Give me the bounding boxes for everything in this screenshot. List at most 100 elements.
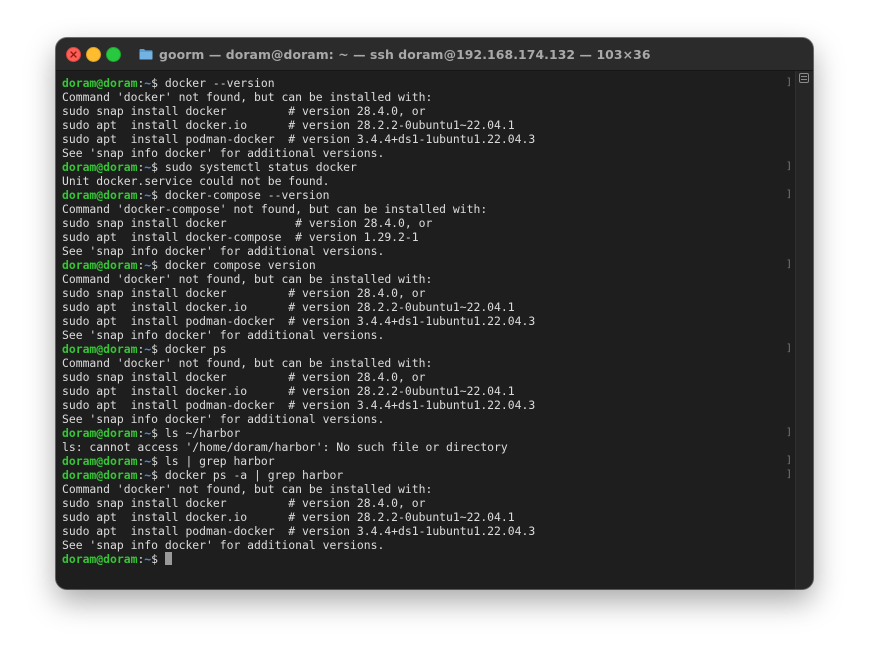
command-text: sudo systemctl status docker bbox=[164, 160, 357, 174]
empty-mark bbox=[786, 90, 792, 104]
empty-mark bbox=[786, 174, 792, 188]
output-line: sudo snap install docker # version 28.4.… bbox=[62, 370, 426, 384]
command-text: ls | grep harbor bbox=[164, 454, 275, 468]
empty-mark bbox=[786, 146, 792, 160]
empty-mark bbox=[786, 244, 792, 258]
output-line: Command 'docker-compose' not found, but … bbox=[62, 202, 488, 216]
close-button[interactable] bbox=[66, 47, 81, 62]
title-bar[interactable]: goorm — doram@doram: ~ — ssh doram@192.1… bbox=[56, 38, 813, 71]
terminal-output[interactable]: doram@doram:~$ docker --version Command '… bbox=[56, 71, 796, 589]
prompt-user: doram@doram bbox=[62, 342, 138, 356]
output-line: sudo apt install docker.io # version 28.… bbox=[62, 118, 515, 132]
prompt-user: doram@doram bbox=[62, 454, 138, 468]
output-line: See 'snap info docker' for additional ve… bbox=[62, 328, 385, 342]
minimize-button[interactable] bbox=[86, 47, 101, 62]
text-cursor bbox=[164, 552, 172, 565]
prompt-user: doram@doram bbox=[62, 160, 138, 174]
output-line: sudo snap install docker # version 28.4.… bbox=[62, 286, 426, 300]
prompt-user: doram@doram bbox=[62, 188, 138, 202]
terminal-window: goorm — doram@doram: ~ — ssh doram@192.1… bbox=[56, 38, 813, 589]
empty-mark bbox=[786, 398, 792, 412]
empty-mark bbox=[786, 510, 792, 524]
terminal-lines: doram@doram:~$ docker --version Command '… bbox=[62, 76, 535, 566]
command-line: doram@doram:~$ docker ps bbox=[62, 342, 535, 356]
scroll-marks-icon: ] ] ] ] ] ] ]] bbox=[786, 76, 792, 566]
empty-mark bbox=[786, 314, 792, 328]
prompt-user: doram@doram bbox=[62, 468, 138, 482]
output-line: Command 'docker' not found, but can be i… bbox=[62, 482, 433, 496]
output-line: See 'snap info docker' for additional ve… bbox=[62, 412, 385, 426]
command-text: docker ps -a | grep harbor bbox=[164, 468, 344, 482]
empty-mark bbox=[786, 118, 792, 132]
command-mark: ] bbox=[786, 455, 793, 466]
prompt-symbol: $ bbox=[151, 76, 165, 90]
empty-mark bbox=[786, 104, 792, 118]
prompt-user: doram@doram bbox=[62, 76, 138, 90]
prompt-symbol: $ bbox=[151, 552, 165, 566]
output-line: Command 'docker' not found, but can be i… bbox=[62, 356, 433, 370]
prompt-symbol: $ bbox=[151, 160, 165, 174]
scroll-gutter[interactable] bbox=[795, 71, 813, 589]
prompt-user: doram@doram bbox=[62, 552, 138, 566]
zoom-button[interactable] bbox=[106, 47, 121, 62]
scroll-marks-menu-icon[interactable] bbox=[799, 73, 809, 83]
output-line: sudo apt install podman-docker # version… bbox=[62, 398, 536, 412]
empty-mark bbox=[786, 216, 792, 230]
empty-mark bbox=[786, 328, 792, 342]
close-icon bbox=[70, 51, 77, 58]
command-line: doram@doram:~$ docker-compose --version bbox=[62, 188, 535, 202]
output-line: sudo snap install docker # version 28.4.… bbox=[62, 104, 426, 118]
output-line: sudo snap install docker # version 28.4.… bbox=[62, 216, 433, 230]
empty-mark bbox=[786, 538, 792, 552]
command-line: doram@doram:~$ docker compose version bbox=[62, 258, 535, 272]
empty-mark bbox=[786, 230, 792, 244]
command-line: doram@doram:~$ ls ~/harbor bbox=[62, 426, 535, 440]
empty-mark bbox=[786, 496, 792, 510]
empty-mark bbox=[786, 370, 792, 384]
prompt-symbol: $ bbox=[151, 454, 165, 468]
output-line: sudo apt install docker.io # version 28.… bbox=[62, 510, 515, 524]
command-mark: ] bbox=[786, 77, 793, 88]
output-line: sudo apt install docker-compose # versio… bbox=[62, 230, 419, 244]
command-mark: ] bbox=[786, 259, 793, 270]
empty-mark bbox=[786, 412, 792, 426]
empty-mark bbox=[786, 286, 792, 300]
prompt-symbol: $ bbox=[151, 426, 165, 440]
output-line: sudo apt install podman-docker # version… bbox=[62, 524, 536, 538]
command-mark: ] bbox=[786, 343, 793, 354]
command-text: ls ~/harbor bbox=[164, 426, 241, 440]
command-text: docker compose version bbox=[164, 258, 316, 272]
output-line: Command 'docker' not found, but can be i… bbox=[62, 90, 433, 104]
command-mark: ] bbox=[786, 427, 793, 438]
empty-mark bbox=[786, 524, 792, 538]
prompt-line: doram@doram:~$ bbox=[62, 552, 535, 566]
output-line: sudo snap install docker # version 28.4.… bbox=[62, 496, 426, 510]
empty-mark bbox=[786, 482, 792, 496]
command-mark: ] bbox=[786, 189, 793, 200]
prompt-symbol: $ bbox=[151, 258, 165, 272]
command-text: docker --version bbox=[164, 76, 275, 90]
empty-mark bbox=[786, 272, 792, 286]
empty-mark bbox=[786, 356, 792, 370]
empty-mark bbox=[786, 440, 792, 454]
command-mark: ] bbox=[786, 161, 793, 172]
command-line: doram@doram:~$ docker ps -a | grep harbo… bbox=[62, 468, 535, 482]
output-line: sudo apt install docker.io # version 28.… bbox=[62, 384, 515, 398]
empty-mark bbox=[786, 552, 792, 566]
output-line: Unit docker.service could not be found. bbox=[62, 174, 330, 188]
prompt-user: doram@doram bbox=[62, 426, 138, 440]
output-line: sudo apt install docker.io # version 28.… bbox=[62, 300, 515, 314]
command-text: docker ps bbox=[164, 342, 227, 356]
folder-icon bbox=[139, 49, 153, 60]
empty-mark bbox=[786, 132, 792, 146]
output-line: Command 'docker' not found, but can be i… bbox=[62, 272, 433, 286]
command-line: doram@doram:~$ ls | grep harbor bbox=[62, 454, 535, 468]
empty-mark bbox=[786, 202, 792, 216]
window-title: goorm — doram@doram: ~ — ssh doram@192.1… bbox=[159, 46, 651, 62]
output-line: sudo apt install podman-docker # version… bbox=[62, 132, 536, 146]
output-line: See 'snap info docker' for additional ve… bbox=[62, 538, 385, 552]
prompt-symbol: $ bbox=[151, 468, 165, 482]
output-line: ls: cannot access '/home/doram/harbor': … bbox=[62, 440, 508, 454]
prompt-symbol: $ bbox=[151, 188, 165, 202]
empty-mark bbox=[786, 300, 792, 314]
